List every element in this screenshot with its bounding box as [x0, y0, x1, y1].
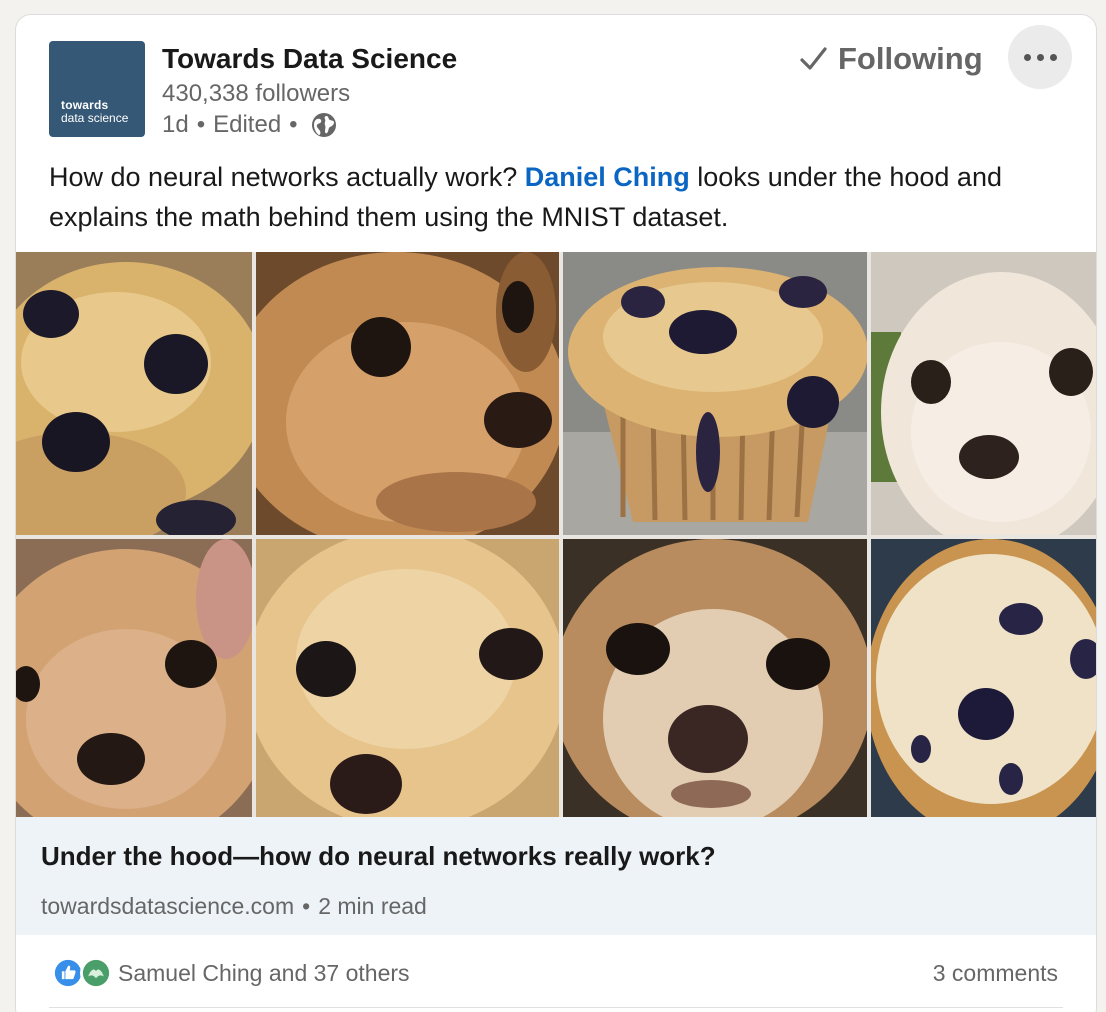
more-options-icon	[1049, 53, 1057, 61]
separator-dot: •	[302, 893, 311, 919]
post-text-start: How do neural networks actually work?	[49, 162, 525, 192]
chihuahua-photo	[256, 252, 559, 535]
divider	[49, 1007, 1063, 1008]
muffin-photo	[871, 539, 1096, 817]
mention-link[interactable]: Daniel Ching	[525, 162, 690, 192]
post-body: How do neural networks actually work? Da…	[49, 157, 1059, 237]
reactions-text: Samuel Ching and 37 others	[118, 959, 410, 986]
link-preview[interactable]: Under the hood—how do neural networks re…	[16, 817, 1096, 935]
reactions-summary[interactable]: Samuel Ching and 37 others	[52, 957, 410, 989]
link-preview-meta: towardsdatascience.com • 2 min read	[41, 893, 427, 920]
more-options-button[interactable]	[1008, 25, 1072, 89]
link-preview-read-time: 2 min read	[318, 893, 427, 919]
company-logo[interactable]: towards data science	[49, 41, 145, 137]
post-meta: 1d • Edited •	[162, 111, 338, 139]
chihuahua-photo	[871, 252, 1096, 535]
edited-label: Edited	[213, 111, 282, 138]
chihuahua-photo	[563, 539, 867, 817]
post-time: 1d	[162, 111, 189, 138]
link-preview-title[interactable]: Under the hood—how do neural networks re…	[41, 841, 716, 872]
separator-dot: •	[289, 111, 298, 138]
follower-count: 430,338 followers	[162, 80, 351, 107]
globe-icon	[311, 113, 336, 137]
post-card: towards data science Towards Data Scienc…	[15, 14, 1097, 1012]
muffin-photo	[16, 252, 252, 535]
author-name[interactable]: Towards Data Science	[162, 43, 457, 75]
support-icon	[80, 957, 112, 989]
more-options-icon	[1023, 53, 1031, 61]
comments-count[interactable]: 3 comments	[933, 960, 1058, 987]
following-label: Following	[838, 41, 983, 76]
following-button[interactable]: Following	[798, 37, 983, 81]
muffin-photo	[256, 539, 559, 817]
check-icon	[800, 47, 827, 70]
post-image[interactable]	[16, 252, 1096, 817]
link-preview-domain: towardsdatascience.com	[41, 893, 295, 919]
logo-text-line2: data science	[61, 111, 129, 125]
separator-dot: •	[196, 111, 206, 138]
chihuahua-photo	[16, 539, 252, 817]
muffin-photo	[563, 252, 867, 535]
logo-text-line1: towards	[61, 98, 109, 112]
more-options-icon	[1036, 53, 1044, 61]
